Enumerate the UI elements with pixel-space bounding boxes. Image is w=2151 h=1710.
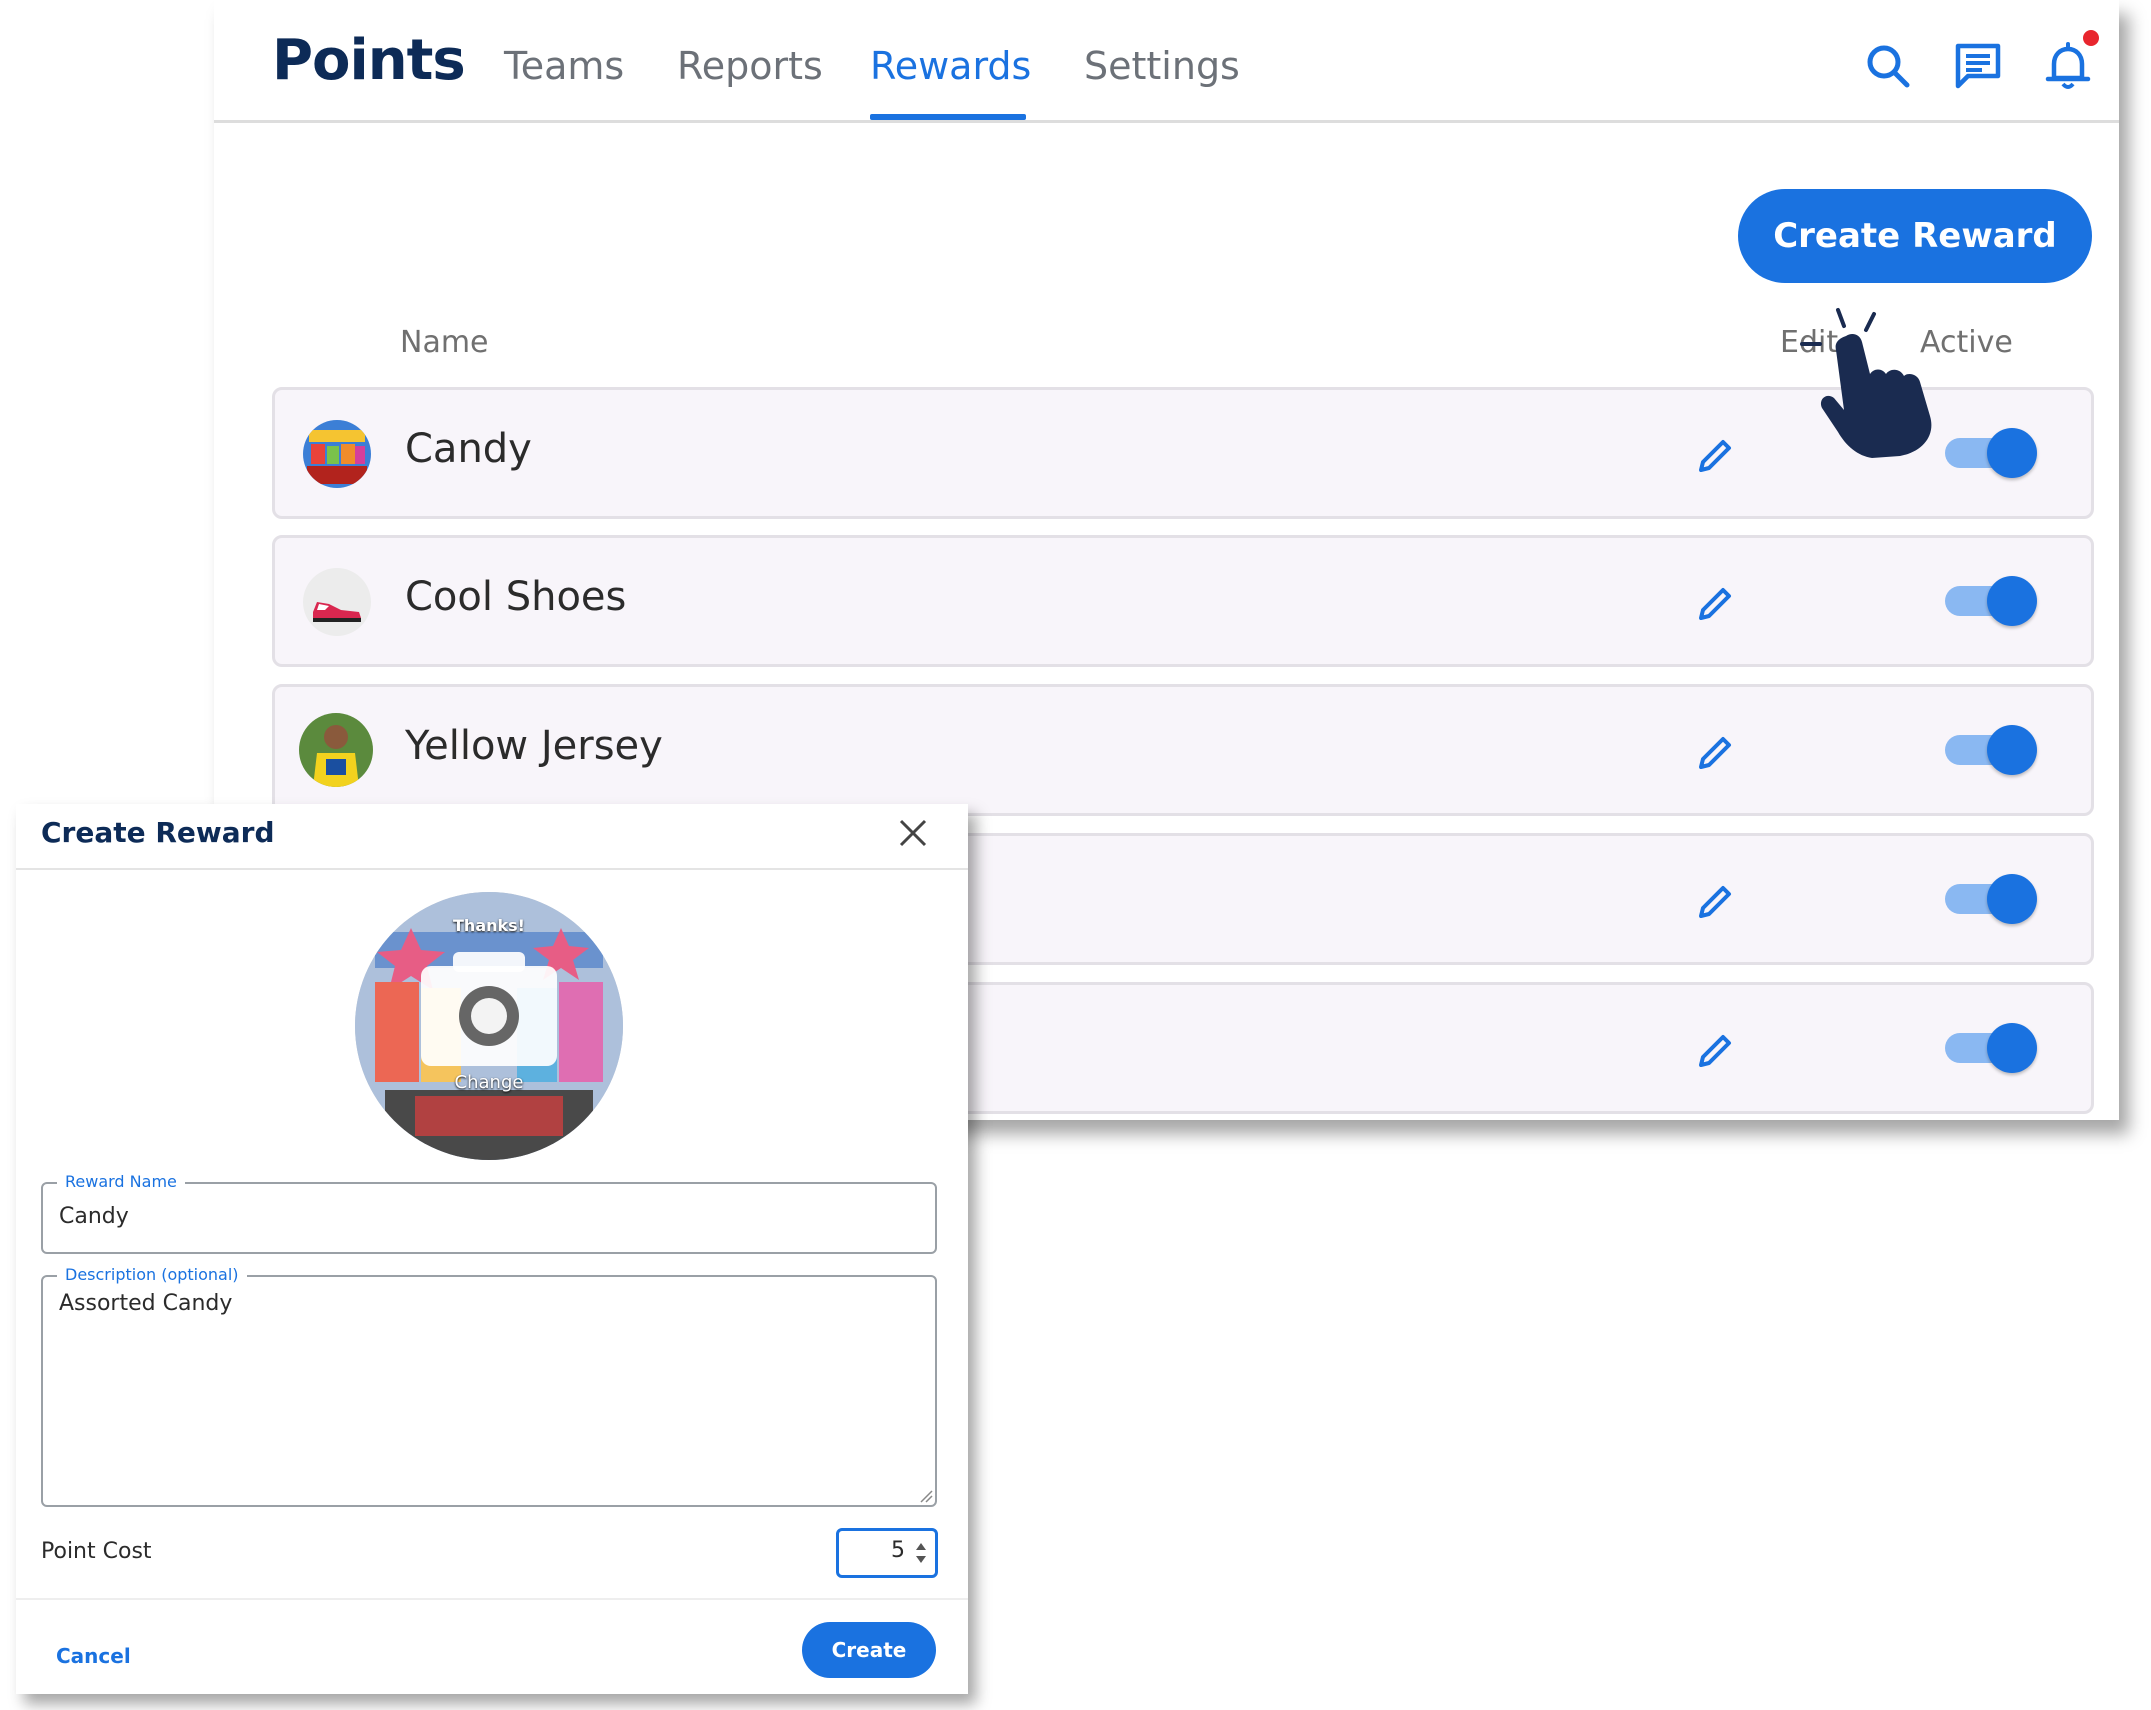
search-icon[interactable] (1862, 40, 1914, 92)
active-toggle[interactable] (1945, 874, 2037, 924)
reward-name-field[interactable]: Reward Name Candy (41, 1172, 937, 1254)
active-toggle[interactable] (1945, 725, 2037, 775)
close-icon[interactable] (896, 816, 930, 850)
toggle-knob (1987, 576, 2037, 626)
bell-icon[interactable] (2042, 40, 2094, 92)
create-reward-button[interactable]: Create Reward (1738, 189, 2092, 283)
reward-name-label: Reward Name (57, 1172, 185, 1191)
top-navigation: Points Teams Reports Rewards Settings (214, 0, 2119, 123)
resize-handle-icon[interactable] (919, 1489, 933, 1503)
reward-name: Cool Shoes (405, 574, 627, 620)
stepper-arrows-icon[interactable] (915, 1541, 927, 1565)
toggle-knob (1987, 1023, 2037, 1073)
reward-name-input[interactable]: Candy (59, 1204, 129, 1229)
description-textarea[interactable]: Assorted Candy (59, 1291, 232, 1316)
pencil-icon[interactable] (1693, 880, 1737, 924)
point-cost-value: 5 (891, 1538, 905, 1563)
reward-thumbnail-jersey (299, 713, 373, 787)
pencil-icon[interactable] (1693, 582, 1737, 626)
description-field[interactable]: Description (optional) Assorted Candy (41, 1265, 937, 1507)
tab-reports[interactable]: Reports (677, 44, 823, 88)
pointer-hand-icon (1800, 308, 1932, 458)
dialog-footer-divider (16, 1598, 968, 1600)
reward-name: Yellow Jersey (405, 723, 663, 769)
photo-banner-text: Thanks! (453, 916, 525, 935)
pencil-icon[interactable] (1693, 731, 1737, 775)
camera-icon (421, 952, 557, 1066)
reward-name: Candy (405, 426, 532, 472)
point-cost-label: Point Cost (41, 1539, 152, 1564)
change-photo-label[interactable]: Change (355, 1072, 623, 1093)
create-reward-dialog: Create Reward Thanks! Change Reward Name… (16, 804, 968, 1694)
pencil-icon[interactable] (1693, 1029, 1737, 1073)
create-button[interactable]: Create (802, 1622, 936, 1678)
active-toggle[interactable] (1945, 576, 2037, 626)
active-toggle[interactable] (1945, 428, 2037, 478)
description-label: Description (optional) (57, 1265, 247, 1284)
active-toggle[interactable] (1945, 1023, 2037, 1073)
tab-settings[interactable]: Settings (1084, 44, 1240, 88)
toggle-knob (1987, 874, 2037, 924)
column-header-name: Name (400, 325, 489, 360)
reward-thumbnail-shoes (303, 568, 371, 636)
tab-teams[interactable]: Teams (504, 44, 624, 88)
active-tab-indicator (870, 114, 1026, 120)
reward-row-cool-shoes[interactable]: Cool Shoes (272, 535, 2094, 667)
reward-photo-picker[interactable]: Thanks! Change (355, 892, 623, 1160)
reward-thumbnail-candy (303, 420, 371, 488)
toggle-knob (1987, 428, 2037, 478)
reward-row-yellow-jersey[interactable]: Yellow Jersey (272, 684, 2094, 816)
dialog-divider (16, 868, 968, 870)
toggle-knob (1987, 725, 2037, 775)
cancel-button[interactable]: Cancel (56, 1644, 131, 1668)
point-cost-input[interactable]: 5 (836, 1528, 938, 1578)
dialog-title: Create Reward (41, 816, 275, 849)
tab-rewards[interactable]: Rewards (870, 44, 1031, 88)
brand-logo[interactable]: Points (272, 28, 466, 93)
chat-icon[interactable] (1952, 40, 2004, 92)
notification-badge (2083, 30, 2099, 46)
pencil-icon[interactable] (1693, 434, 1737, 478)
